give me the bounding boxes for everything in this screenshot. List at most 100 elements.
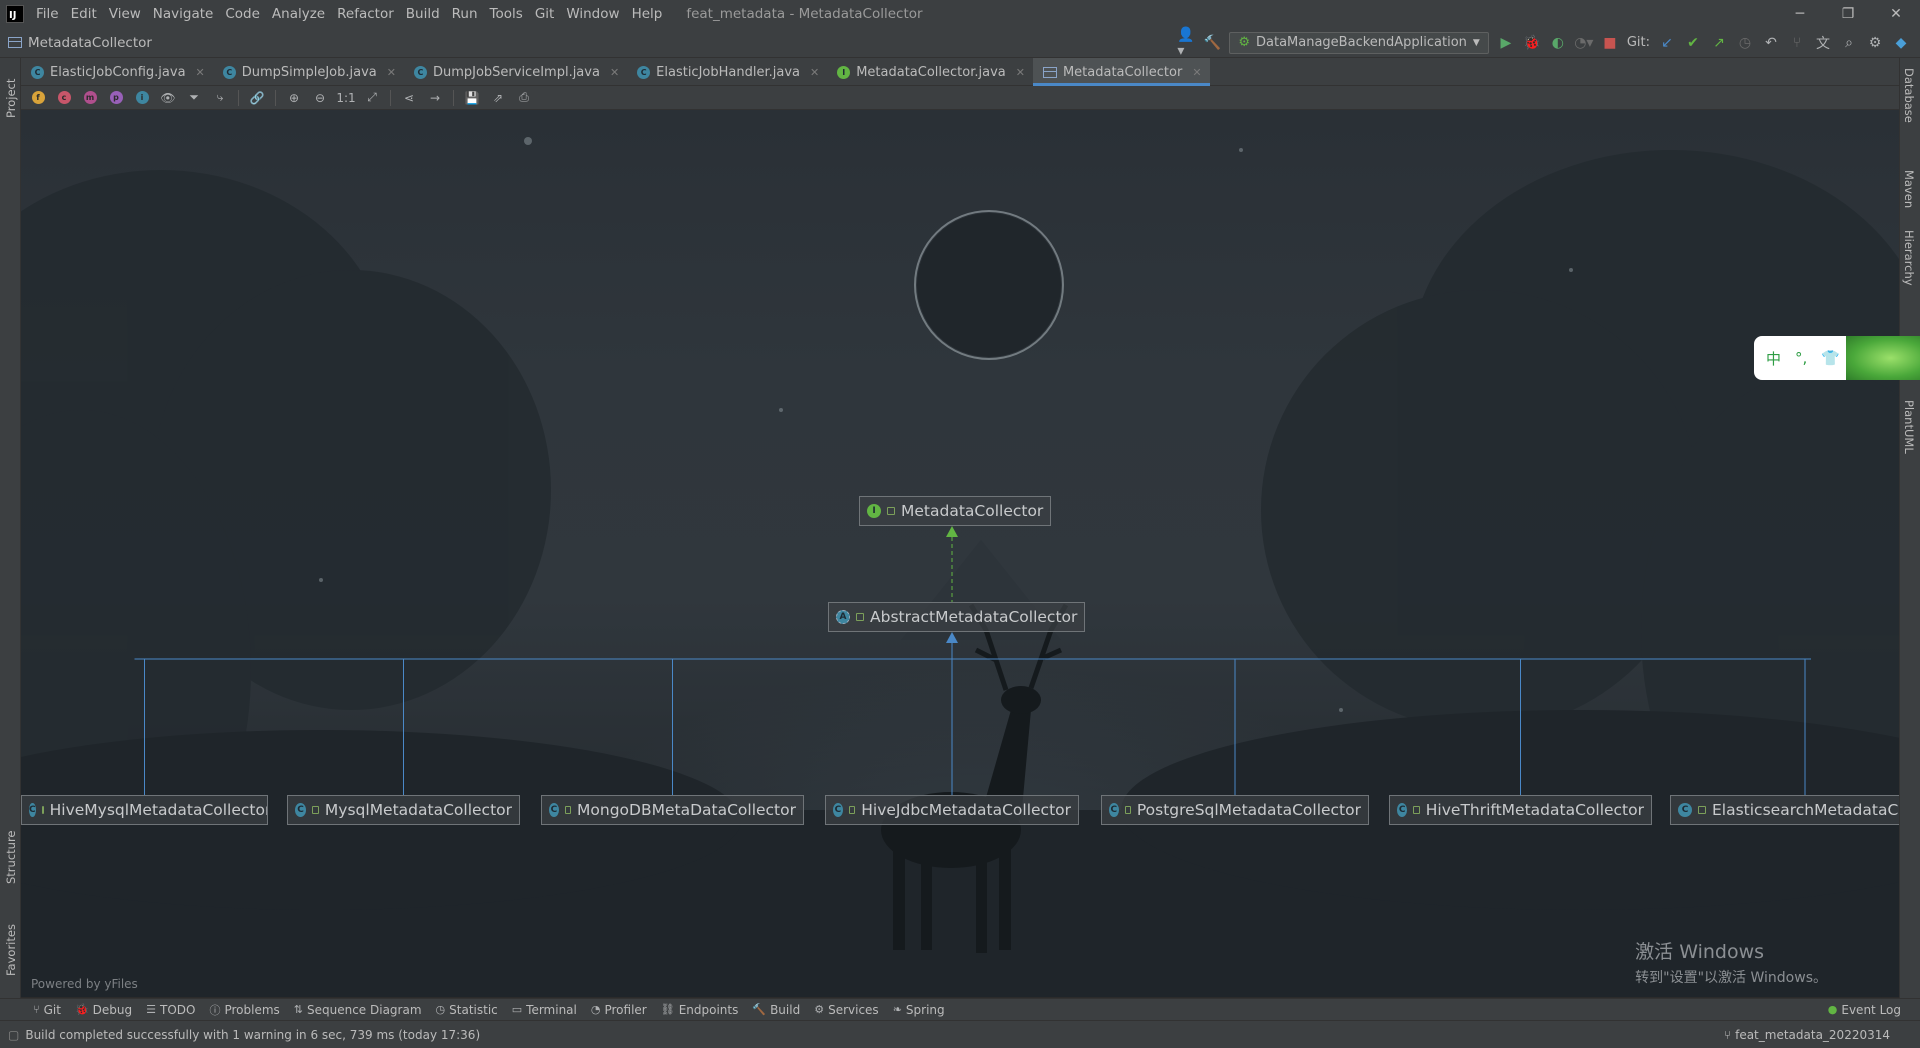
field-filter-icon[interactable]: f [27,88,49,108]
tool-window-git[interactable]: ⑂ Git [26,999,68,1021]
tool-window-problems[interactable]: ⓘ Problems [202,999,286,1021]
export-icon[interactable]: ⇗ [487,88,509,108]
breadcrumb[interactable]: MetadataCollector [0,35,152,51]
uml-node-child-class[interactable]: C HiveThriftMetadataCollector [1389,795,1652,825]
print-icon[interactable]: ⎙ [513,88,535,108]
close-tab-icon[interactable]: ✕ [810,66,819,79]
menu-build[interactable]: Build [400,0,446,28]
uml-node-metadata-collector[interactable]: I MetadataCollector [859,496,1052,526]
editor-tab[interactable]: MetadataCollector ✕ [1032,58,1210,86]
uml-node-abstract-metadata-collector[interactable]: A AbstractMetadataCollector [828,602,1086,632]
menu-help[interactable]: Help [626,0,669,28]
translate-icon[interactable]: 文 [1814,34,1832,52]
close-button[interactable]: ✕ [1872,0,1920,28]
git-push-icon[interactable]: ↗ [1710,34,1728,52]
search-icon[interactable]: ⌕ [1840,34,1858,52]
menu-tools[interactable]: Tools [484,0,529,28]
profile-icon[interactable]: ◔▾ [1574,34,1593,52]
tool-window-profiler[interactable]: ◔ Profiler [584,999,654,1021]
constructor-filter-icon[interactable]: c [53,88,75,108]
plantuml-tool-tab[interactable]: PlantUML [1902,400,1916,454]
property-filter-icon[interactable]: p [105,88,127,108]
tool-window-build[interactable]: 🔨 Build [745,999,807,1021]
minimize-button[interactable]: ─ [1776,0,1824,28]
close-tab-icon[interactable]: ✕ [610,66,619,79]
structure-tool-tab[interactable]: Structure [4,831,18,885]
menu-navigate[interactable]: Navigate [147,0,220,28]
status-square-icon[interactable]: ▢ [8,1028,19,1042]
close-tab-icon[interactable]: ✕ [1192,66,1201,79]
inner-class-filter-icon[interactable]: i [131,88,153,108]
hammer-build-icon[interactable]: 🔨 [1203,34,1221,52]
restore-button[interactable]: ❐ [1824,0,1872,28]
editor-tab[interactable]: C DumpSimpleJob.java ✕ [213,58,404,86]
menu-code[interactable]: Code [219,0,266,28]
vcs-branch-icon[interactable]: ⑂ [1788,34,1806,52]
editor-tab[interactable]: I MetadataCollector.java ✕ [827,58,1033,86]
favorites-tool-tab[interactable]: Favorites [4,924,18,976]
git-commit-icon[interactable]: ✔ [1684,34,1702,52]
menu-refactor[interactable]: Refactor [331,0,400,28]
menu-view[interactable]: View [103,0,147,28]
debug-icon[interactable]: 🐞 [1523,34,1541,52]
ime-toolbar[interactable]: 中 °, 👕 [1754,336,1920,380]
tool-window-statistic[interactable]: ◷ Statistic [429,999,505,1021]
plugin-logo-icon[interactable]: ◆ [1892,34,1910,52]
method-filter-icon[interactable]: m [79,88,101,108]
close-tab-icon[interactable]: ✕ [387,66,396,79]
ime-skin-icon[interactable]: 👕 [1821,349,1840,367]
database-tool-tab[interactable]: Database [1902,68,1916,123]
fit-content-icon[interactable]: ⤢ [361,88,383,108]
menu-run[interactable]: Run [446,0,484,28]
uml-node-child-class[interactable]: C MysqlMetadataCollector [287,795,520,825]
close-tab-icon[interactable]: ✕ [1016,66,1025,79]
project-tool-tab[interactable]: Project [4,79,18,118]
menu-file[interactable]: File [30,0,65,28]
show-visibility-icon[interactable]: 👁 [157,88,179,108]
actual-size-button[interactable]: 1:1 [335,88,357,108]
menu-git[interactable]: Git [529,0,561,28]
editor-tab[interactable]: C ElasticJobConfig.java ✕ [21,58,213,86]
tool-window-debug[interactable]: 🐞 Debug [68,999,139,1021]
menu-edit[interactable]: Edit [65,0,103,28]
menu-analyze[interactable]: Analyze [266,0,331,28]
rollback-icon[interactable]: ↶ [1762,34,1780,52]
hierarchy-tool-tab[interactable]: Hierarchy [1902,230,1916,286]
uml-node-child-class[interactable]: C PostgreSqlMetadataCollector [1101,795,1369,825]
diagram-canvas[interactable]: I MetadataCollector A AbstractMetadataCo… [21,110,1899,997]
run-icon[interactable]: ▶ [1497,34,1515,52]
history-icon[interactable]: ◷ [1736,34,1754,52]
tool-window-services[interactable]: ⚙ Services [807,999,885,1021]
breadcrumb-item[interactable]: MetadataCollector [28,35,152,51]
status-message[interactable]: Build completed successfully with 1 warn… [25,1028,480,1042]
menu-window[interactable]: Window [560,0,625,28]
tool-window-endpoints[interactable]: ⛓ Endpoints [654,999,746,1021]
uml-node-child-class[interactable]: C HiveMysqlMetadataCollector [21,795,268,825]
ime-language-toggle[interactable]: 中 [1766,348,1781,369]
editor-tab[interactable]: C DumpJobServiceImpl.java ✕ [404,58,627,86]
link-icon[interactable]: 🔗 [246,88,268,108]
tool-window-spring[interactable]: ❧ Spring [886,999,952,1021]
close-tab-icon[interactable]: ✕ [196,66,205,79]
event-log-button[interactable]: ● Event Log [1821,999,1908,1021]
zoom-out-icon[interactable]: ⊖ [309,88,331,108]
tool-window-todo[interactable]: ☰ TODO [139,999,202,1021]
filter-icon[interactable]: ⏷ [183,88,205,108]
zoom-in-icon[interactable]: ⊕ [283,88,305,108]
tool-window-terminal[interactable]: ▭ Terminal [505,999,584,1021]
gear-icon[interactable]: ⚙ [1866,34,1884,52]
stop-icon[interactable]: ■ [1601,34,1619,52]
layout-icon[interactable]: ⋖ [398,88,420,108]
coverage-icon[interactable]: ◐ [1549,34,1567,52]
save-icon[interactable]: 💾 [461,88,483,108]
show-dependencies-icon[interactable]: ⤷ [209,88,231,108]
ime-punctuation-toggle[interactable]: °, [1795,349,1807,367]
editor-tab[interactable]: C ElasticJobHandler.java ✕ [627,58,827,86]
run-configuration-select[interactable]: ⚙ DataManageBackendApplication ▼ [1229,31,1489,54]
maven-tool-tab[interactable]: Maven [1902,170,1916,208]
uml-node-child-class[interactable]: C HiveJdbcMetadataCollector [825,795,1079,825]
uml-node-child-class[interactable]: C ElasticsearchMetadataCol [1670,795,1899,825]
apply-layout-icon[interactable]: → [424,88,446,108]
git-update-icon[interactable]: ↙ [1658,34,1676,52]
tool-window-sequence-diagram[interactable]: ⇅ Sequence Diagram [287,999,429,1021]
